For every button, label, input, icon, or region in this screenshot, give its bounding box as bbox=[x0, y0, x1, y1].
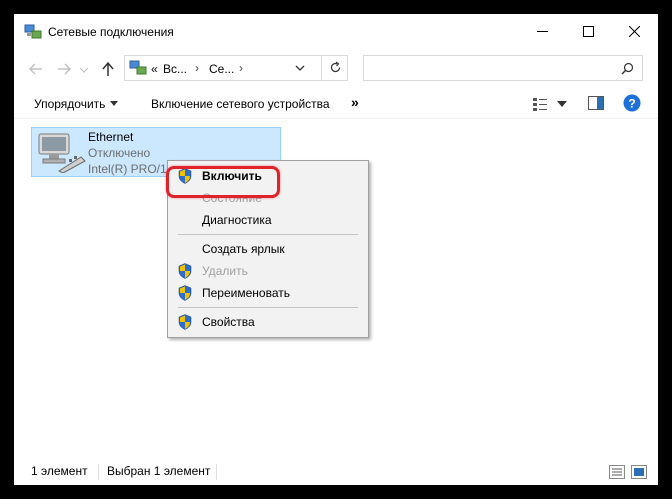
refresh-button[interactable] bbox=[321, 56, 348, 80]
breadcrumb-item-all[interactable]: Вс... bbox=[163, 62, 187, 76]
status-bar: 1 элемент Выбран 1 элемент bbox=[14, 460, 658, 484]
help-icon[interactable]: ? bbox=[623, 94, 641, 112]
organize-label: Упорядочить bbox=[34, 97, 106, 111]
uac-shield-icon bbox=[178, 285, 192, 301]
maximize-button[interactable] bbox=[566, 14, 612, 48]
status-divider bbox=[98, 464, 99, 480]
menu-item-label: Свойства bbox=[202, 315, 255, 329]
maximize-icon bbox=[583, 26, 594, 37]
breadcrumb-separator[interactable]: › bbox=[239, 61, 243, 75]
menu-item-label: Переименовать bbox=[202, 286, 290, 300]
enable-device-button[interactable]: Включение сетевого устройства bbox=[151, 97, 330, 111]
network-connections-icon bbox=[24, 24, 42, 39]
minimize-button[interactable] bbox=[520, 14, 566, 48]
item-count: 1 элемент bbox=[31, 464, 88, 478]
breadcrumb-separator[interactable]: › bbox=[195, 61, 199, 75]
command-bar: Упорядочить Включение сетевого устройств… bbox=[14, 90, 658, 119]
menu-item-rename[interactable]: Переименовать bbox=[168, 282, 368, 304]
menu-item-delete[interactable]: Удалить bbox=[168, 260, 368, 282]
chevron-down-icon bbox=[110, 101, 119, 106]
details-view-icon[interactable] bbox=[609, 465, 625, 479]
menu-item-label: Удалить bbox=[202, 264, 248, 278]
menu-separator bbox=[178, 234, 358, 235]
uac-shield-icon bbox=[178, 263, 192, 279]
breadcrumb-overflow[interactable]: « bbox=[151, 62, 158, 76]
menu-item-diagnostics[interactable]: Диагностика bbox=[168, 209, 368, 231]
navigation-bar: « Вс... › Се... › bbox=[14, 50, 658, 88]
uac-shield-icon bbox=[178, 314, 192, 330]
up-arrow-icon[interactable] bbox=[98, 60, 118, 78]
back-arrow-icon[interactable] bbox=[26, 60, 46, 78]
title-bar: Сетевые подключения bbox=[14, 14, 658, 50]
selected-count: Выбран 1 элемент bbox=[107, 464, 211, 478]
change-view-icon[interactable] bbox=[532, 96, 550, 112]
item-name: Ethernet bbox=[88, 130, 134, 144]
explorer-window: Сетевые подключения « Вс... › Се... › Уп… bbox=[14, 14, 658, 485]
large-icons-view-icon[interactable] bbox=[631, 465, 647, 479]
view-options-chevron-icon[interactable] bbox=[557, 101, 567, 107]
network-adapter-icon bbox=[38, 133, 86, 173]
close-icon bbox=[629, 26, 640, 37]
address-bar[interactable]: « Вс... › Се... › bbox=[124, 55, 348, 81]
menu-item-label: Диагностика bbox=[202, 213, 272, 227]
menu-item-label: Создать ярлык bbox=[202, 242, 285, 256]
preview-pane-icon[interactable] bbox=[588, 96, 604, 110]
close-button[interactable] bbox=[612, 14, 658, 48]
minimize-icon bbox=[537, 31, 548, 32]
menu-item-create-shortcut[interactable]: Создать ярлык bbox=[168, 238, 368, 260]
menu-item-properties[interactable]: Свойства bbox=[168, 311, 368, 333]
search-icon bbox=[621, 62, 634, 75]
status-divider bbox=[216, 464, 217, 480]
refresh-icon bbox=[330, 61, 341, 73]
history-dropdown-icon[interactable] bbox=[78, 60, 90, 78]
window-title: Сетевые подключения bbox=[48, 25, 174, 39]
menu-separator bbox=[178, 307, 358, 308]
control-panel-icon bbox=[129, 60, 147, 75]
more-commands-button[interactable]: » bbox=[351, 94, 359, 110]
search-input[interactable] bbox=[363, 55, 643, 81]
organize-button[interactable]: Упорядочить bbox=[34, 97, 119, 111]
forward-arrow-icon[interactable] bbox=[54, 60, 74, 78]
annotation-highlight bbox=[166, 166, 280, 198]
breadcrumb-item-network[interactable]: Се... bbox=[209, 62, 234, 76]
svg-text:?: ? bbox=[628, 97, 635, 111]
address-dropdown-icon[interactable] bbox=[295, 64, 305, 72]
item-status: Отключено bbox=[88, 146, 151, 160]
